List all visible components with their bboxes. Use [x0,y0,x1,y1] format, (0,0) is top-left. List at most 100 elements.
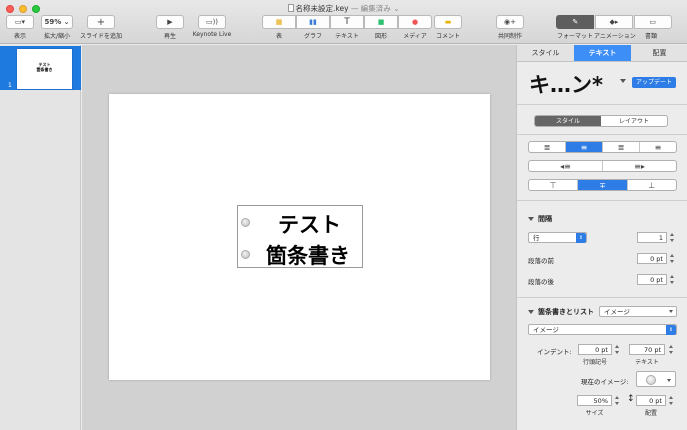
paintbrush-icon: ✎ [572,18,579,26]
slide-thumbnail[interactable]: テスト 箇条書き [16,48,73,90]
text-button[interactable]: T [330,15,364,29]
chevron-down-icon [667,379,671,382]
spacing-unit-select[interactable]: 行 ⇕ [528,232,587,243]
chevron-down-icon[interactable] [620,79,626,83]
update-style-button[interactable]: アップデート [632,77,676,88]
before-paragraph-label: 段落の前 [528,257,554,265]
align-left-icon[interactable]: ≣ [529,142,565,152]
before-paragraph-stepper[interactable] [669,253,675,264]
after-paragraph-stepper[interactable] [669,274,675,285]
bullet-text-box[interactable]: テスト 箇条書き [237,205,363,268]
collaborate-button[interactable]: ◉+ [496,15,524,29]
comment-button[interactable]: ▬ [434,15,462,29]
tab-arrange[interactable]: 配置 [631,45,687,61]
align-center-icon[interactable]: ≡ [565,142,602,152]
keynote-live-control[interactable]: ▭)) Keynote Live [189,15,235,38]
document-name: 名称未設定.key [295,4,349,13]
plus-icon: + [96,16,106,28]
format-label: フォーマット [556,33,593,40]
add-slide-label: スライドを追加 [79,33,122,40]
subtab-style[interactable]: スタイル [535,116,601,126]
after-paragraph-field[interactable]: 0 pt [637,274,667,285]
add-slide-control[interactable]: + スライドを追加 [79,15,123,40]
after-paragraph-label: 段落の後 [528,278,554,286]
bullet-style-select[interactable]: イメージ ⇕ [528,324,677,335]
insert-buttons: ▦ ▮▮ T ■ ● [262,15,432,29]
spacing-stepper[interactable] [669,232,675,243]
bullet-indent-stepper[interactable] [614,344,620,355]
comment-control[interactable]: ▬ コメント [432,15,464,40]
bullet-size-field[interactable]: 50% [577,395,612,406]
bullet-align-stepper[interactable] [668,395,674,406]
divider [517,134,687,135]
media-icon: ● [411,18,419,26]
bullet-type-select[interactable]: イメージ [599,306,677,317]
zoom-select[interactable]: 59% ⌄ [41,15,73,29]
shape-button[interactable]: ■ [364,15,398,29]
divider [517,297,687,298]
animate-button[interactable]: ◆▸ [594,15,633,29]
tab-text[interactable]: テキスト [574,45,631,61]
align-top-icon[interactable]: ⊤ [529,180,577,190]
document-button[interactable]: ▭ [633,15,672,29]
zoom-value: 59% [44,18,62,26]
text-subtabs: スタイル レイアウト [534,115,668,127]
indent-controls: ◂≡ ≡▸ [528,160,677,172]
align-bottom-icon[interactable]: ⊥ [626,180,676,190]
subtab-layout[interactable]: レイアウト [601,116,667,126]
view-control[interactable]: ▭▾ 表示 [5,15,35,40]
bullet-text-2[interactable]: 箇条書き [266,240,350,270]
slide-navigator: 1 テスト 箇条書き [0,45,81,430]
align-justify-icon[interactable]: ≡ [639,142,676,152]
current-image-well[interactable] [636,371,676,387]
view-button[interactable]: ▭▾ [6,15,34,29]
bullet-line-2[interactable]: 箇条書き [238,238,364,268]
format-button[interactable]: ✎ [556,15,595,29]
current-image-label: 現在のイメージ: [581,378,629,386]
bullet-text-1[interactable]: テスト [278,209,341,239]
spacing-section-header[interactable]: 間隔 [528,214,552,224]
text-indent-field[interactable]: 70 pt [629,344,665,355]
collaborate-control[interactable]: ◉+ 共同制作 [494,15,526,40]
text-label: テキスト [335,33,359,40]
inspector-toggle-labels: フォーマット アニメーション 書類 [556,29,672,40]
divider [517,104,687,105]
align-right-icon[interactable]: ≣ [602,142,639,152]
document-title[interactable]: 名称未設定.key — 編集済み ⌄ [0,3,687,14]
align-middle-icon[interactable]: ∓ [577,180,627,190]
increase-indent-icon[interactable]: ≡▸ [602,161,676,171]
chart-button[interactable]: ▮▮ [296,15,330,29]
paragraph-style-name[interactable]: キ…ン* [529,69,603,99]
bullets-section-header[interactable]: 箇条書きとリスト [528,307,594,317]
zoom-control[interactable]: 59% ⌄ 拡大/縮小 [39,15,75,40]
insert-group: ▦ ▮▮ T ■ ● 表 グラフ テキスト 図形 メディア [262,15,432,40]
select-arrows-icon: ⇕ [576,233,586,243]
keynote-document-icon [287,4,294,12]
chart-label: グラフ [303,33,322,40]
spacing-value-field[interactable]: 1 [637,232,667,243]
inspector-toggle-buttons: ✎ ◆▸ ▭ [556,15,672,29]
media-label: メディア [403,33,427,40]
bullet-size-stepper[interactable] [614,395,620,406]
text-indent-stepper[interactable] [668,344,674,355]
slide-canvas: テスト 箇条書き [82,45,516,430]
table-button[interactable]: ▦ [262,15,296,29]
bullet-indent-field[interactable]: 0 pt [578,344,612,355]
play-control[interactable]: ▶ 再生 [156,15,184,40]
tab-style[interactable]: スタイル [517,45,574,61]
inspector-toggle-group: ✎ ◆▸ ▭ フォーマット アニメーション 書類 [556,15,672,40]
slide-thumbnail-selected[interactable]: 1 テスト 箇条書き [0,46,81,90]
before-paragraph-field[interactable]: 0 pt [637,253,667,264]
play-button[interactable]: ▶ [156,15,184,29]
select-arrows-icon: ⇕ [666,325,676,335]
bullet-align-field[interactable]: 0 pt [636,395,666,406]
slide[interactable]: テスト 箇条書き [109,94,490,380]
disclosure-triangle-icon [528,310,534,314]
media-button[interactable]: ● [398,15,432,29]
decrease-indent-icon[interactable]: ◂≡ [529,161,602,171]
toolbar: 名称未設定.key — 編集済み ⌄ ▭▾ 表示 59% ⌄ 拡大/縮小 + ス… [0,0,687,44]
keynote-live-button[interactable]: ▭)) [198,15,226,29]
bullet-line-1[interactable]: テスト [238,206,364,239]
format-inspector: スタイル テキスト 配置 キ…ン* アップデート スタイル レイアウト ≣ ≡ … [516,45,687,430]
add-slide-button[interactable]: + [87,15,115,29]
